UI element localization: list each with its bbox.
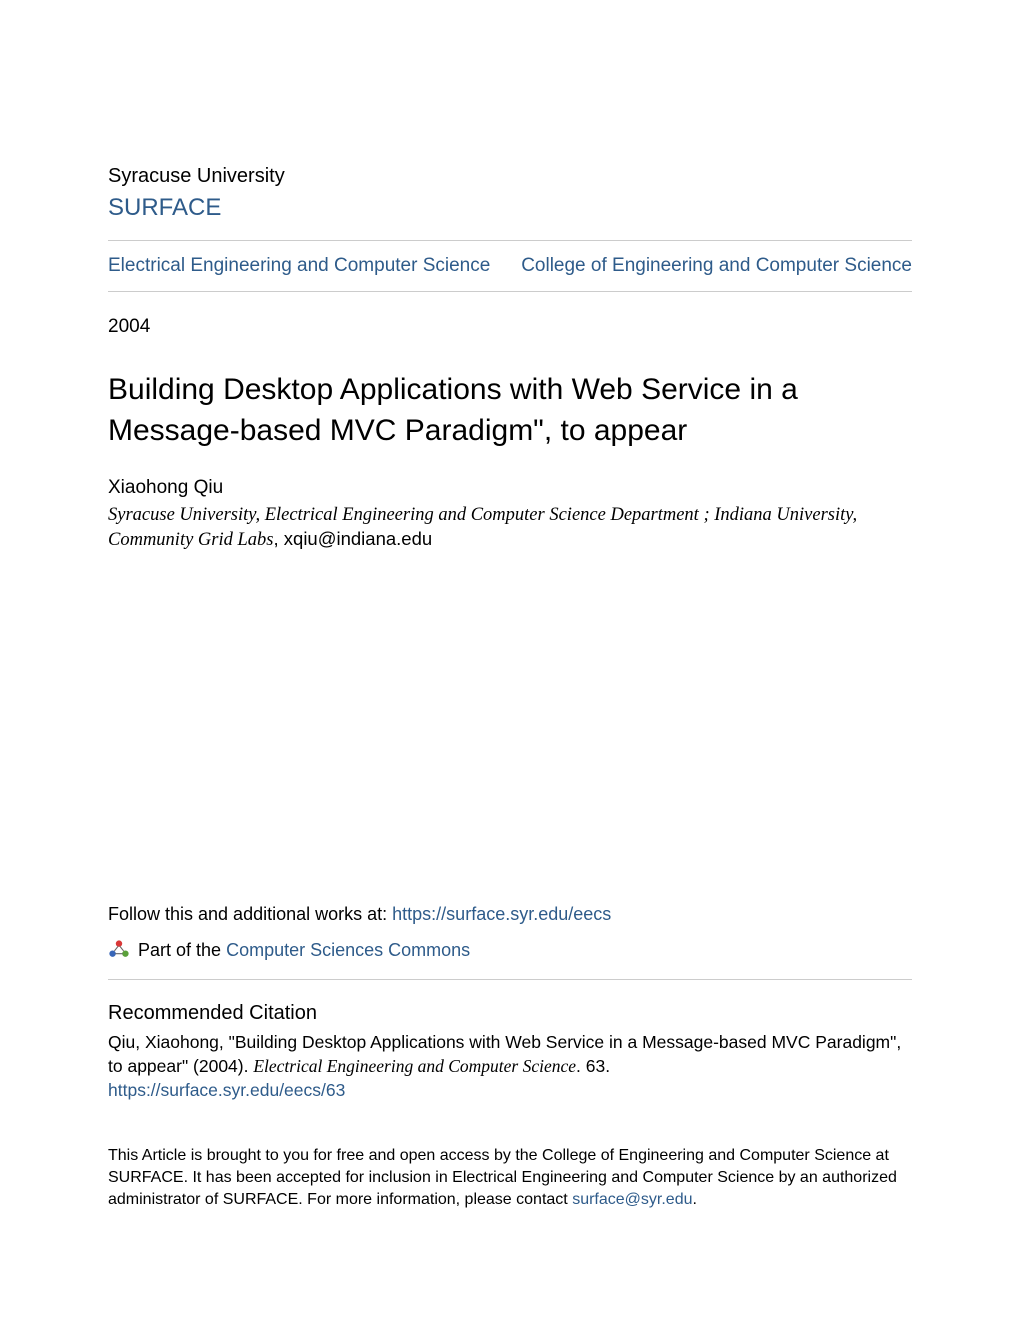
year: 2004 [108, 316, 912, 338]
follow-prefix: Follow this and additional works at: [108, 904, 392, 924]
divider-citation [108, 979, 912, 980]
nav-left-link[interactable]: Electrical Engineering and Computer Scie… [108, 255, 490, 277]
divider-bottom [108, 291, 912, 292]
citation-italic: Electrical Engineering and Computer Scie… [253, 1056, 576, 1076]
citation-suffix: . 63. [576, 1056, 610, 1076]
partof-prefix: Part of the [138, 940, 221, 961]
citation-text: Qiu, Xiaohong, "Building Desktop Applica… [108, 1031, 912, 1078]
author-name: Xiaohong Qiu [108, 477, 912, 499]
network-icon [108, 939, 130, 961]
footer-suffix: . [692, 1191, 696, 1208]
author-email: , xqiu@indiana.edu [274, 528, 433, 549]
footer-text: This Article is brought to you for free … [108, 1145, 912, 1210]
university-name: Syracuse University [108, 165, 912, 188]
surface-link[interactable]: SURFACE [108, 194, 221, 222]
follow-text: Follow this and additional works at: htt… [108, 904, 912, 925]
footer-email-link[interactable]: surface@syr.edu [572, 1191, 692, 1208]
nav-links: Electrical Engineering and Computer Scie… [108, 241, 912, 291]
affiliation-text: Syracuse University, Electrical Engineer… [108, 505, 857, 550]
citation-url-link[interactable]: https://surface.syr.edu/eecs/63 [108, 1080, 912, 1101]
spacer [108, 552, 912, 904]
part-of: Part of the Computer Sciences Commons [108, 939, 912, 961]
footer-prefix: This Article is brought to you for free … [108, 1147, 897, 1207]
nav-right-link[interactable]: College of Engineering and Computer Scie… [521, 255, 912, 277]
follow-url-link[interactable]: https://surface.syr.edu/eecs [392, 904, 611, 924]
author-affiliation: Syracuse University, Electrical Engineer… [108, 503, 912, 552]
citation-header: Recommended Citation [108, 1002, 912, 1025]
commons-link[interactable]: Computer Sciences Commons [226, 940, 470, 961]
paper-title: Building Desktop Applications with Web S… [108, 370, 912, 451]
